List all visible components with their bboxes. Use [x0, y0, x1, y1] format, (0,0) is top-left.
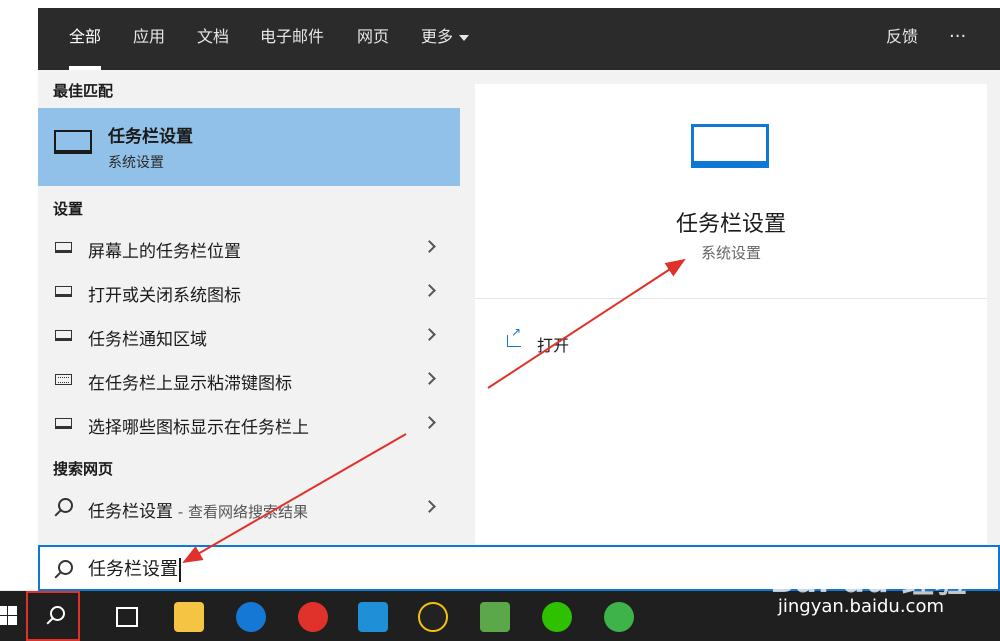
taskbar-icon: [55, 418, 72, 429]
web-search-label: 任务栏设置 - 查看网络搜索结果: [88, 497, 308, 522]
chevron-right-icon[interactable]: [423, 416, 436, 429]
task-view-icon[interactable]: [116, 607, 138, 627]
search-icon: [50, 606, 65, 621]
evernote-icon[interactable]: [480, 602, 510, 632]
web-search-suffix: - 查看网络搜索结果: [173, 503, 308, 521]
chevron-right-icon[interactable]: [423, 328, 436, 341]
search-icon: [58, 560, 73, 575]
settings-item-system-icons[interactable]: 打开或关闭系统图标: [38, 270, 460, 314]
taskbar-search-button[interactable]: [26, 591, 80, 641]
settings-item-label: 打开或关闭系统图标: [88, 286, 241, 306]
preview-pane: 任务栏设置 系统设置 打开: [475, 84, 987, 546]
open-icon[interactable]: [507, 325, 521, 347]
browser-icon[interactable]: [604, 602, 634, 632]
search-input[interactable]: 任务栏设置: [88, 558, 181, 582]
settings-item-label: 选择哪些图标显示在任务栏上: [88, 418, 309, 438]
feedback-button[interactable]: 反馈: [886, 8, 918, 70]
tab-documents[interactable]: 文档: [197, 8, 229, 70]
tab-email[interactable]: 电子邮件: [260, 8, 324, 70]
web-search-item[interactable]: 任务栏设置 - 查看网络搜索结果: [38, 486, 460, 530]
tab-apps[interactable]: 应用: [133, 8, 165, 70]
taskbar-monitor-icon: [691, 124, 769, 168]
chevron-right-icon[interactable]: [423, 500, 436, 513]
tab-all[interactable]: 全部: [69, 8, 102, 70]
wechat-icon[interactable]: [542, 602, 572, 632]
best-match-title: 任务栏设置: [108, 127, 193, 147]
netease-music-icon[interactable]: [298, 602, 328, 632]
chevron-down-icon: [459, 34, 470, 41]
search-tabs-bar: 全部 应用 文档 电子邮件 网页 更多 反馈 ···: [38, 8, 1000, 70]
file-explorer-icon[interactable]: [174, 602, 204, 632]
tab-more[interactable]: 更多: [421, 8, 470, 70]
preview-subtitle: 系统设置: [700, 244, 761, 262]
background-page-left: [0, 0, 38, 590]
teamviewer-icon[interactable]: [236, 602, 266, 632]
settings-item-select-icons[interactable]: 选择哪些图标显示在任务栏上: [38, 402, 460, 446]
search-flyout: 全部 应用 文档 电子邮件 网页 更多 反馈 ··· 最佳匹配 任务栏设置 系统…: [38, 8, 1000, 590]
settings-heading: 设置: [53, 200, 84, 218]
chevron-right-icon[interactable]: [423, 240, 436, 253]
qq-icon[interactable]: [418, 602, 448, 632]
watermark-url: jingyan.baidu.com: [777, 596, 944, 617]
settings-item-label: 屏幕上的任务栏位置: [88, 242, 241, 262]
settings-item-sticky-keys[interactable]: 在任务栏上显示粘滞键图标: [38, 358, 460, 402]
divider: [475, 298, 987, 299]
taskbar-monitor-icon: [54, 130, 92, 154]
taskbar-icon: [55, 286, 72, 297]
results-list: 最佳匹配 任务栏设置 系统设置 设置 屏幕上的任务栏位置 打开或关闭系统图标 任…: [38, 70, 460, 546]
web-search-heading: 搜索网页: [53, 460, 114, 478]
app-icon[interactable]: [358, 602, 388, 632]
web-search-query: 任务栏设置: [88, 502, 173, 522]
keyboard-icon: [55, 374, 72, 385]
taskbar-icon: [55, 330, 72, 341]
tab-web[interactable]: 网页: [357, 8, 389, 70]
tab-more-label: 更多: [421, 27, 454, 46]
settings-item-notification-area[interactable]: 任务栏通知区域: [38, 314, 460, 358]
background-page-strip: [0, 0, 1000, 8]
chevron-right-icon[interactable]: [423, 372, 436, 385]
best-match-subtitle: 系统设置: [108, 155, 164, 171]
more-options-button[interactable]: ···: [949, 8, 966, 70]
taskbar-icon: [55, 242, 72, 253]
settings-item-label: 任务栏通知区域: [88, 330, 207, 350]
preview-title: 任务栏设置: [675, 212, 786, 237]
open-action[interactable]: 打开: [537, 332, 569, 356]
best-match-item[interactable]: 任务栏设置 系统设置: [38, 108, 460, 186]
settings-item-label: 在任务栏上显示粘滞键图标: [88, 374, 292, 394]
chevron-right-icon[interactable]: [423, 284, 436, 297]
best-match-heading: 最佳匹配: [53, 82, 114, 100]
settings-item-taskbar-location[interactable]: 屏幕上的任务栏位置: [38, 226, 460, 270]
windows-start-icon[interactable]: [0, 606, 20, 626]
search-icon: [58, 498, 73, 513]
